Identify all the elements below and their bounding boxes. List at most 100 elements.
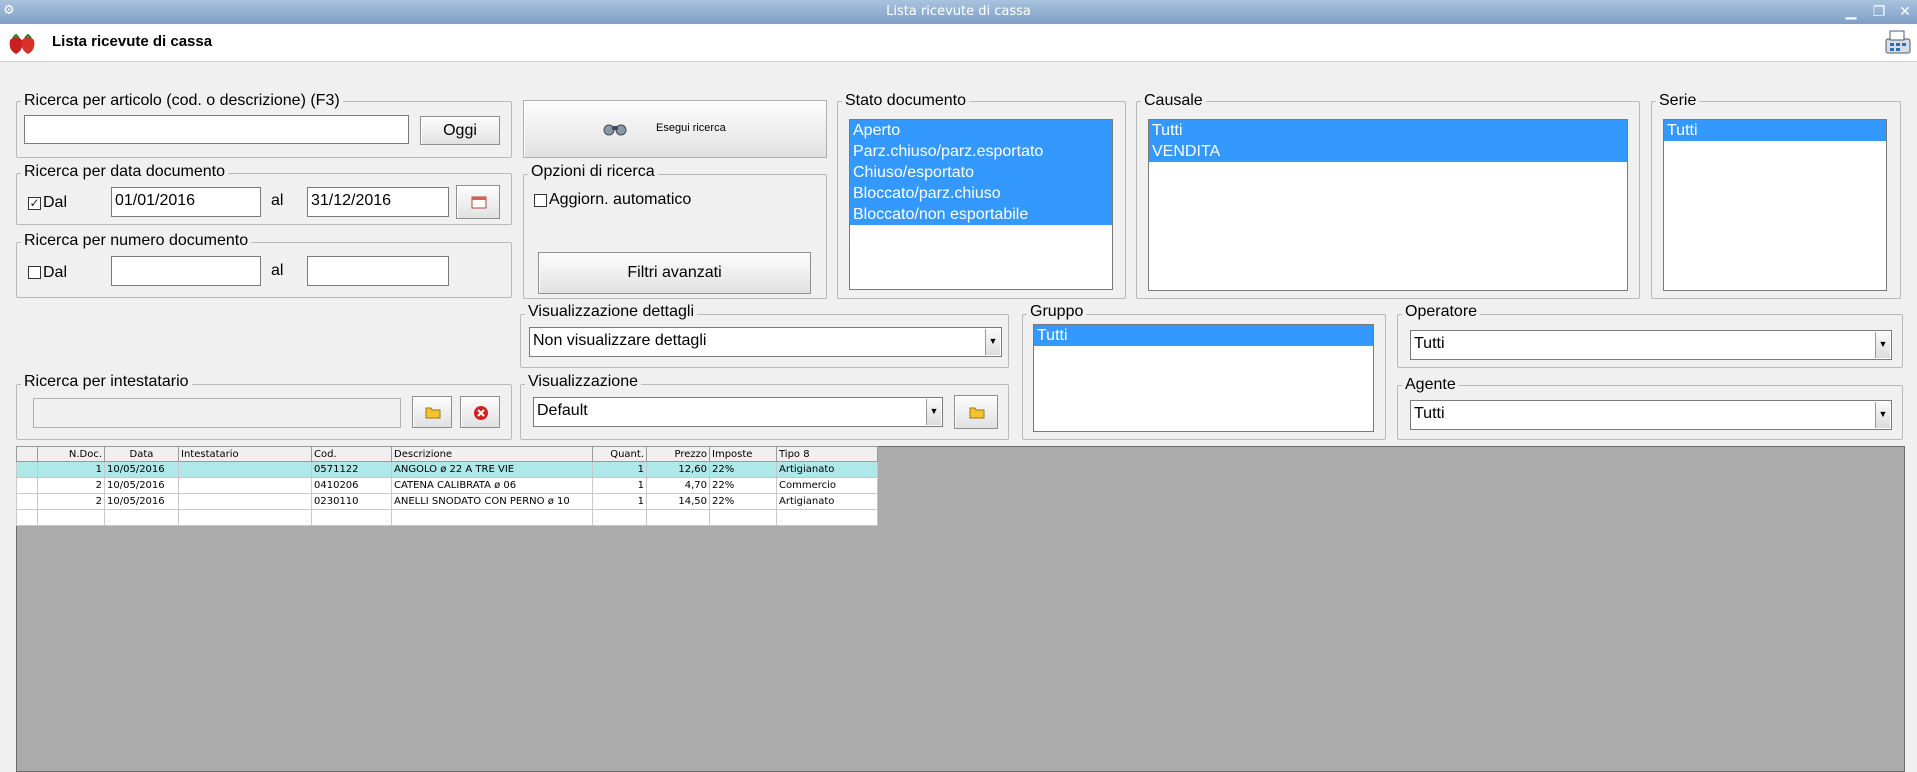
list-item[interactable]: Tutti bbox=[1149, 120, 1627, 141]
calendar-icon bbox=[471, 196, 487, 209]
cell-imposte[interactable]: 22% bbox=[709, 461, 777, 478]
intestatario-legend: Ricerca per intestatario bbox=[21, 373, 192, 391]
intestatario-clear-button[interactable] bbox=[460, 396, 500, 428]
filtri-avanzati-button[interactable]: Filtri avanzati bbox=[538, 252, 811, 294]
empty-cell[interactable] bbox=[709, 509, 777, 526]
column-header[interactable]: Imposte bbox=[709, 446, 777, 462]
column-header[interactable]: Data bbox=[104, 446, 179, 462]
intestatario-browse-button[interactable] bbox=[412, 396, 452, 428]
empty-cell[interactable] bbox=[104, 509, 179, 526]
close-icon[interactable]: ✕ bbox=[1895, 2, 1915, 22]
cell-quant[interactable]: 1 bbox=[592, 493, 647, 510]
numero-from-input[interactable] bbox=[111, 256, 261, 286]
list-item[interactable]: Bloccato/non esportabile bbox=[850, 204, 1112, 225]
table-row[interactable]: 2 10/05/2016 0230110 ANELLI SNODATO CON … bbox=[16, 493, 878, 510]
causale-list[interactable]: Tutti VENDITA bbox=[1148, 119, 1628, 291]
stato-documento-legend: Stato documento bbox=[842, 92, 969, 110]
binoculars-icon bbox=[603, 124, 627, 136]
cash-register-icon[interactable] bbox=[1882, 27, 1914, 59]
cell-tipo8[interactable]: Artigianato bbox=[776, 493, 878, 510]
column-header[interactable] bbox=[16, 446, 38, 462]
articolo-search-input[interactable] bbox=[24, 115, 409, 144]
visualizzazione-dettagli-select[interactable]: Non visualizzare dettagli ▼ bbox=[529, 327, 1002, 357]
cell-data[interactable]: 10/05/2016 bbox=[104, 493, 179, 510]
serie-list[interactable]: Tutti bbox=[1663, 119, 1887, 291]
cell-cod[interactable]: 0571122 bbox=[311, 461, 392, 478]
cell-descrizione[interactable]: ANGOLO ø 22 A TRE VIE bbox=[391, 461, 593, 478]
aggiorn-automatico-checkbox[interactable] bbox=[534, 194, 547, 207]
gruppo-list[interactable]: Tutti bbox=[1033, 324, 1374, 432]
list-item[interactable]: Parz.chiuso/parz.esportato bbox=[850, 141, 1112, 162]
stato-documento-list[interactable]: Aperto Parz.chiuso/parz.esportato Chiuso… bbox=[849, 119, 1113, 290]
empty-cell[interactable] bbox=[311, 509, 392, 526]
table-row[interactable]: 1 10/05/2016 0571122 ANGOLO ø 22 A TRE V… bbox=[16, 461, 878, 478]
column-header[interactable]: Intestatario bbox=[178, 446, 312, 462]
list-item[interactable]: Chiuso/esportato bbox=[850, 162, 1112, 183]
numero-documento-legend: Ricerca per numero documento bbox=[21, 232, 252, 250]
cell-tipo8[interactable]: Commercio bbox=[776, 477, 878, 494]
list-item[interactable]: VENDITA bbox=[1149, 141, 1627, 162]
window-titlebar: Lista ricevute di cassa bbox=[0, 0, 1917, 24]
cell-descrizione[interactable]: ANELLI SNODATO CON PERNO ø 10 bbox=[391, 493, 593, 510]
list-item[interactable]: Tutti bbox=[1664, 120, 1886, 141]
cell-imposte[interactable]: 22% bbox=[709, 493, 777, 510]
visualizzazione-browse-button[interactable] bbox=[954, 395, 998, 429]
window-menu-icon[interactable]: ⚙ bbox=[3, 3, 19, 19]
column-header[interactable]: Tipo 8 bbox=[776, 446, 878, 462]
calendar-button[interactable] bbox=[456, 185, 500, 219]
table-row-empty[interactable] bbox=[16, 509, 878, 526]
table-row[interactable]: 2 10/05/2016 0410206 CATENA CALIBRATA ø … bbox=[16, 477, 878, 494]
restore-icon[interactable]: ❐ bbox=[1869, 2, 1889, 22]
empty-cell[interactable] bbox=[178, 509, 312, 526]
cell-ndoc[interactable]: 1 bbox=[37, 461, 105, 478]
column-header[interactable]: Cod. bbox=[311, 446, 392, 462]
cell-tipo8[interactable]: Artigianato bbox=[776, 461, 878, 478]
column-header[interactable]: N.Doc. bbox=[37, 446, 105, 462]
cell-prezzo[interactable]: 14,50 bbox=[646, 493, 710, 510]
row-indicator[interactable] bbox=[16, 461, 38, 478]
cell-intestatario[interactable] bbox=[178, 461, 312, 478]
cell-data[interactable]: 10/05/2016 bbox=[104, 477, 179, 494]
cell-cod[interactable]: 0410206 bbox=[311, 477, 392, 494]
cell-cod[interactable]: 0230110 bbox=[311, 493, 392, 510]
row-indicator[interactable] bbox=[16, 509, 38, 526]
row-indicator[interactable] bbox=[16, 493, 38, 510]
visualizzazione-select[interactable]: Default ▼ bbox=[533, 397, 943, 427]
results-table[interactable]: N.Doc. Data Intestatario Cod. Descrizion… bbox=[16, 446, 878, 526]
data-to-input[interactable]: 31/12/2016 bbox=[307, 187, 449, 217]
cell-descrizione[interactable]: CATENA CALIBRATA ø 06 bbox=[391, 477, 593, 494]
operatore-select[interactable]: Tutti ▼ bbox=[1410, 330, 1892, 360]
row-indicator[interactable] bbox=[16, 477, 38, 494]
list-item[interactable]: Aperto bbox=[850, 120, 1112, 141]
oggi-button[interactable]: Oggi bbox=[420, 116, 500, 145]
empty-cell[interactable] bbox=[776, 509, 878, 526]
numero-to-input[interactable] bbox=[307, 256, 449, 286]
column-header[interactable]: Prezzo bbox=[646, 446, 710, 462]
data-dal-checkbox[interactable]: ✓ bbox=[28, 197, 41, 210]
cell-data[interactable]: 10/05/2016 bbox=[104, 461, 179, 478]
cell-quant[interactable]: 1 bbox=[592, 461, 647, 478]
data-from-input[interactable]: 01/01/2016 bbox=[111, 187, 261, 217]
minimize-icon[interactable]: ▁ bbox=[1841, 2, 1861, 22]
cell-prezzo[interactable]: 12,60 bbox=[646, 461, 710, 478]
column-header[interactable]: Descrizione bbox=[391, 446, 593, 462]
cell-intestatario[interactable] bbox=[178, 493, 312, 510]
cell-intestatario[interactable] bbox=[178, 477, 312, 494]
column-header[interactable]: Quant. bbox=[592, 446, 647, 462]
empty-cell[interactable] bbox=[37, 509, 105, 526]
agente-select[interactable]: Tutti ▼ bbox=[1410, 400, 1892, 430]
cell-prezzo[interactable]: 4,70 bbox=[646, 477, 710, 494]
cell-ndoc[interactable]: 2 bbox=[37, 477, 105, 494]
data-al-label: al bbox=[271, 192, 284, 209]
empty-cell[interactable] bbox=[391, 509, 593, 526]
esegui-ricerca-button[interactable]: Esegui ricerca bbox=[523, 100, 827, 158]
empty-cell[interactable] bbox=[646, 509, 710, 526]
intestatario-input[interactable] bbox=[33, 398, 401, 428]
cell-ndoc[interactable]: 2 bbox=[37, 493, 105, 510]
cell-imposte[interactable]: 22% bbox=[709, 477, 777, 494]
list-item[interactable]: Bloccato/parz.chiuso bbox=[850, 183, 1112, 204]
empty-cell[interactable] bbox=[592, 509, 647, 526]
list-item[interactable]: Tutti bbox=[1034, 325, 1373, 346]
numero-dal-checkbox[interactable] bbox=[28, 266, 41, 279]
cell-quant[interactable]: 1 bbox=[592, 477, 647, 494]
